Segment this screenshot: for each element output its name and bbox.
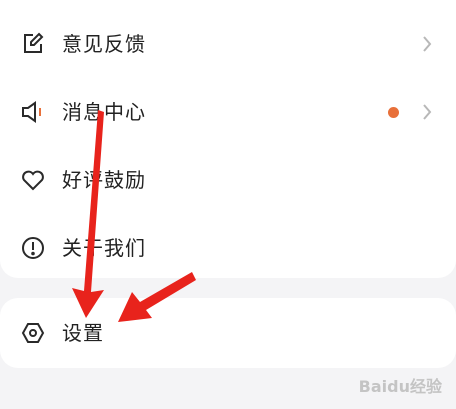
watermark: Baidu经验 [358,377,442,396]
menu-item-feedback[interactable]: 意见反馈 [0,10,456,78]
menu-item-label: 消息中心 [62,100,146,124]
chevron-right-icon [420,34,434,54]
settings-hexagon-icon [20,320,46,346]
menu-item-settings[interactable]: 设置 [0,299,456,367]
menu-item-label: 关于我们 [62,236,146,260]
speaker-icon [20,99,46,125]
menu-item-rate[interactable]: 好评鼓励 [0,146,456,214]
menu-item-about[interactable]: 关于我们 [0,214,456,282]
edit-icon [20,31,46,57]
menu-item-label: 好评鼓励 [62,168,146,192]
info-circle-icon [20,235,46,261]
menu-item-label: 设置 [62,321,104,345]
menu-item-messages[interactable]: 消息中心 [0,78,456,146]
menu-item-label: 意见反馈 [62,32,146,56]
chevron-right-icon [420,102,434,122]
unread-badge-dot [388,106,399,118]
settings-card: 设置 [0,298,456,368]
heart-icon [20,167,46,193]
menu-card: 意见反馈 消息中心 好评鼓励 关于我们 [0,0,456,278]
